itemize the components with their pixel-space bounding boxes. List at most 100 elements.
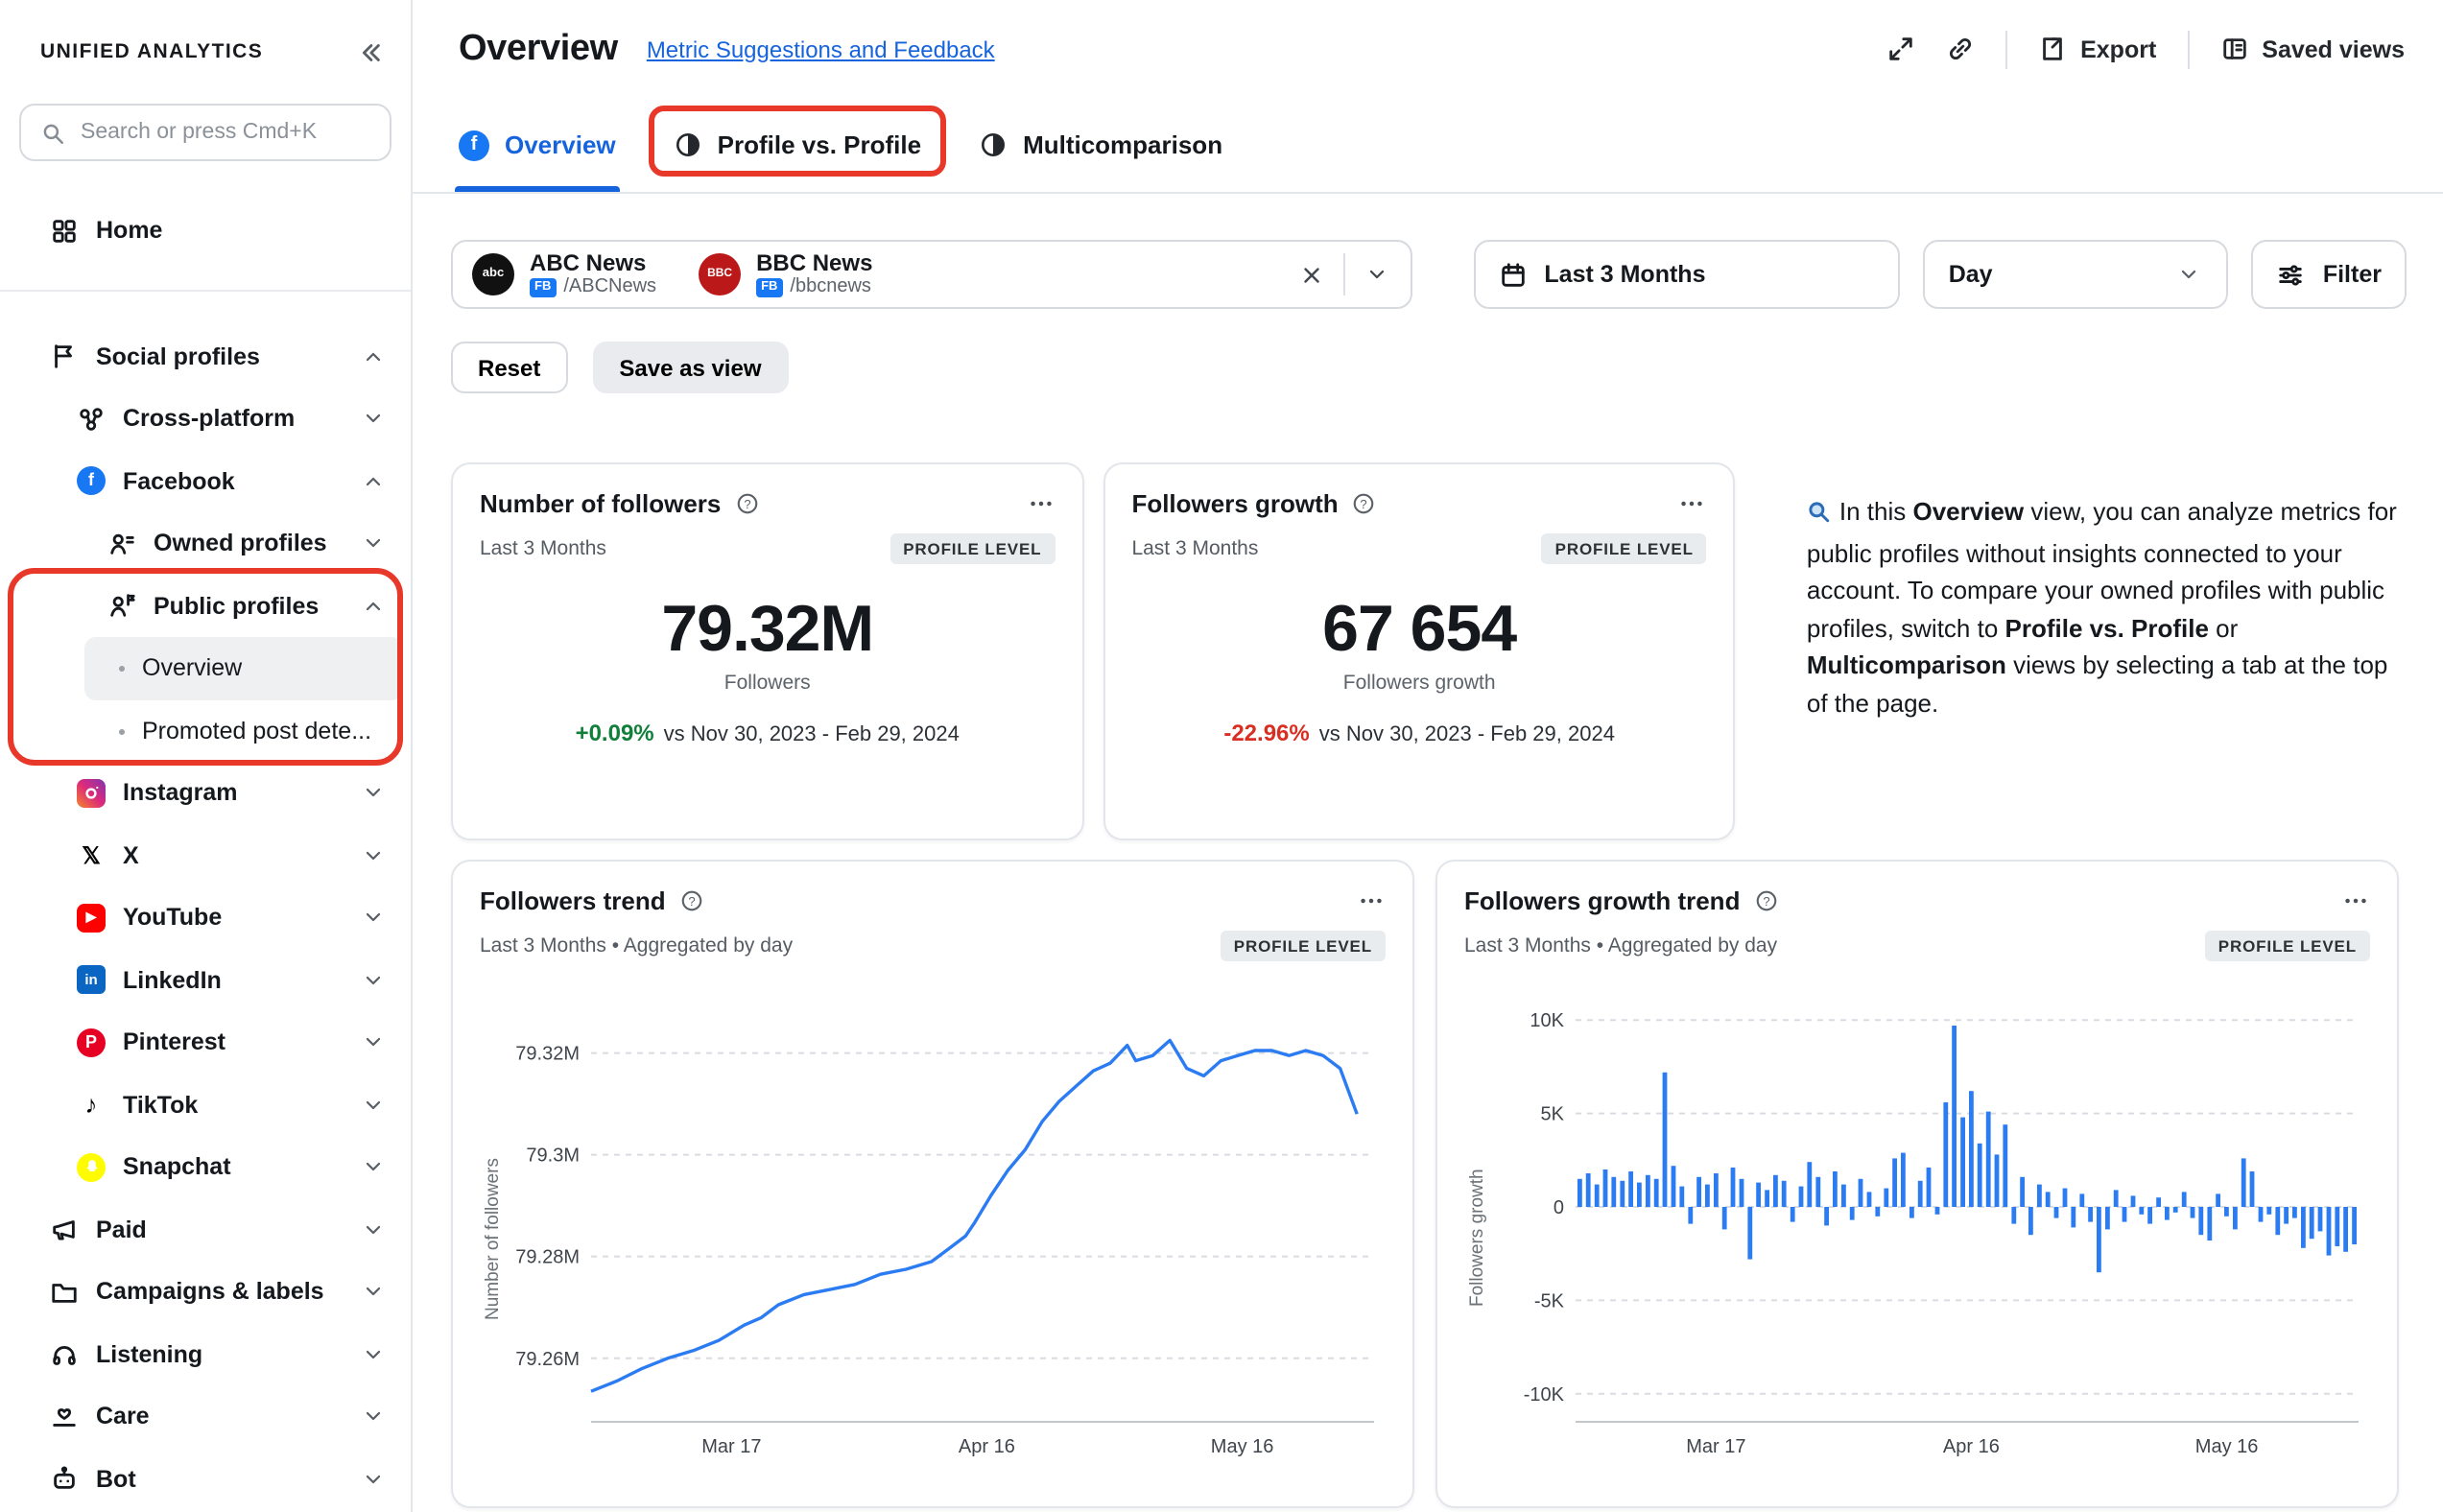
sidebar-item-owned-profiles[interactable]: Owned profiles: [0, 512, 411, 575]
chevron-down-icon[interactable]: [359, 408, 388, 431]
search-input[interactable]: [81, 121, 372, 144]
profile-level-badge: PROFILE LEVEL: [889, 533, 1055, 564]
svg-text:79.26M: 79.26M: [515, 1349, 580, 1370]
sidebar-item-x[interactable]: 𝕏 X: [0, 824, 411, 886]
sidebar-item-youtube[interactable]: ▶ YouTube: [0, 886, 411, 949]
sidebar-collapse-icon[interactable]: [355, 37, 384, 66]
bot-robot-icon: [50, 1465, 79, 1494]
chevron-down-icon[interactable]: [359, 1031, 388, 1054]
date-range-picker[interactable]: Last 3 Months: [1473, 240, 1900, 309]
sidebar-item-care[interactable]: Care: [0, 1385, 411, 1448]
sidebar-item-facebook[interactable]: f Facebook: [0, 450, 411, 512]
facebook-badge: FB: [756, 279, 782, 298]
tab-multicomparison[interactable]: Multicomparison: [979, 98, 1222, 192]
sidebar-item-linkedin[interactable]: in LinkedIn: [0, 949, 411, 1011]
more-menu-icon[interactable]: [1357, 886, 1386, 915]
sidebar-item-listening[interactable]: Listening: [0, 1323, 411, 1385]
metric-suggestions-link[interactable]: Metric Suggestions and Feedback: [647, 35, 995, 62]
sidebar-item-bot[interactable]: Bot: [0, 1448, 411, 1510]
chevron-up-icon[interactable]: [359, 345, 388, 368]
tab-profile-vs-profile[interactable]: Profile vs. Profile: [674, 98, 921, 192]
sidebar-item-snapchat[interactable]: Snapchat: [0, 1136, 411, 1198]
x-icon: 𝕏: [77, 842, 106, 869]
chevron-down-icon[interactable]: [359, 907, 388, 930]
facebook-icon: f: [459, 130, 489, 160]
sidebar-item-overview[interactable]: Overview: [84, 637, 403, 699]
help-icon[interactable]: ?: [1753, 888, 1778, 913]
svg-text:0: 0: [1554, 1197, 1564, 1218]
page-title: Overview: [459, 28, 618, 70]
chevron-down-icon[interactable]: [359, 1094, 388, 1117]
more-menu-icon[interactable]: [2341, 886, 2370, 915]
selected-profile-abc-news: abc ABC News FB /ABCNews: [472, 249, 656, 300]
tab-overview[interactable]: f Overview: [459, 98, 616, 192]
divider: [2187, 30, 2189, 68]
sidebar-item-tiktok[interactable]: ♪ TikTok: [0, 1074, 411, 1136]
sidebar-item-paid[interactable]: Paid: [0, 1198, 411, 1261]
saved-views-button[interactable]: Saved views: [2219, 35, 2405, 63]
help-icon[interactable]: ?: [1352, 491, 1377, 516]
followers-value: 79.32M: [480, 593, 1055, 668]
copy-link-icon[interactable]: [1946, 35, 1975, 63]
chevron-up-icon[interactable]: [359, 595, 388, 618]
brand-logo: UNIFIED ANALYTICS: [40, 40, 263, 63]
followers-growth-card: Followers growth ? Last 3 Months PROFILE…: [1103, 462, 1735, 840]
chevron-down-icon[interactable]: [359, 1468, 388, 1491]
chevron-down-icon[interactable]: [359, 1406, 388, 1429]
cross-platform-icon: [77, 405, 106, 434]
svg-text:Mar 17: Mar 17: [1686, 1436, 1745, 1457]
filter-button[interactable]: Filter: [2252, 240, 2407, 309]
clear-profiles-icon[interactable]: [1296, 262, 1325, 287]
sidebar-divider: [0, 289, 411, 291]
chevron-down-icon[interactable]: [359, 1281, 388, 1304]
help-icon[interactable]: ?: [734, 491, 759, 516]
svg-text:?: ?: [1361, 497, 1367, 511]
sidebar-item-instagram[interactable]: Instagram: [0, 762, 411, 824]
sidebar-item-public-profiles[interactable]: Public profiles: [0, 575, 411, 637]
svg-text:May 16: May 16: [1211, 1436, 1274, 1457]
sidebar-item-promoted-post-detection[interactable]: Promoted post dete...: [0, 699, 411, 762]
care-heart-hand-icon: [50, 1403, 79, 1431]
chevron-down-icon[interactable]: [359, 844, 388, 867]
number-of-followers-card: Number of followers ? Last 3 Months PROF…: [451, 462, 1083, 840]
svg-text:79.3M: 79.3M: [526, 1146, 580, 1167]
export-button[interactable]: Export: [2038, 35, 2156, 63]
followers-trend-chart: 79.26M79.28M79.3M79.32MMar 17Apr 16May 1…: [507, 977, 1386, 1470]
chevron-down-icon[interactable]: [359, 1218, 388, 1241]
expand-icon[interactable]: [1886, 35, 1915, 63]
y-axis-label: Number of followers: [480, 977, 507, 1470]
help-icon[interactable]: ?: [679, 888, 704, 913]
sidebar-item-home[interactable]: Home: [0, 200, 411, 262]
followers-growth-trend-card: Followers growth trend ? Last 3 Months •…: [1435, 860, 2399, 1508]
save-as-view-button[interactable]: Save as view: [592, 342, 788, 393]
view-tabs: f Overview Profile vs. Profile Multicomp…: [413, 98, 2443, 194]
sidebar-item-social-profiles[interactable]: Social profiles: [0, 325, 411, 388]
facebook-icon: f: [77, 467, 106, 496]
campaigns-folder-icon: [50, 1278, 79, 1307]
chevron-down-icon[interactable]: [359, 782, 388, 805]
calendar-icon: [1498, 260, 1527, 289]
facebook-badge: FB: [530, 279, 556, 298]
paid-megaphone-icon: [50, 1216, 79, 1244]
reset-button[interactable]: Reset: [451, 342, 567, 393]
chevron-down-icon[interactable]: [359, 969, 388, 992]
granularity-select[interactable]: Day: [1924, 240, 2229, 309]
svg-text:?: ?: [744, 497, 750, 511]
more-menu-icon[interactable]: [1026, 489, 1055, 518]
chevron-down-icon[interactable]: [359, 532, 388, 555]
half-circle-icon: [674, 130, 702, 159]
more-menu-icon[interactable]: [1678, 489, 1707, 518]
chevron-down-icon[interactable]: [359, 1156, 388, 1179]
overview-info-text: In this Overview view, you can analyze m…: [1807, 462, 2407, 840]
sidebar-item-pinterest[interactable]: P Pinterest: [0, 1011, 411, 1074]
chevron-down-icon[interactable]: [359, 1343, 388, 1366]
sidebar-item-cross-platform[interactable]: Cross-platform: [0, 388, 411, 450]
svg-text:-5K: -5K: [1534, 1290, 1565, 1311]
svg-text:10K: 10K: [1530, 1010, 1564, 1031]
profile-dropdown-chevron-icon[interactable]: [1362, 263, 1390, 286]
search-box[interactable]: [19, 104, 391, 161]
chevron-up-icon[interactable]: [359, 470, 388, 493]
sidebar-item-campaigns-labels[interactable]: Campaigns & labels: [0, 1261, 411, 1323]
profile-selector[interactable]: abc ABC News FB /ABCNews BBC BBC News: [451, 240, 1411, 309]
abc-news-avatar: abc: [472, 253, 514, 295]
